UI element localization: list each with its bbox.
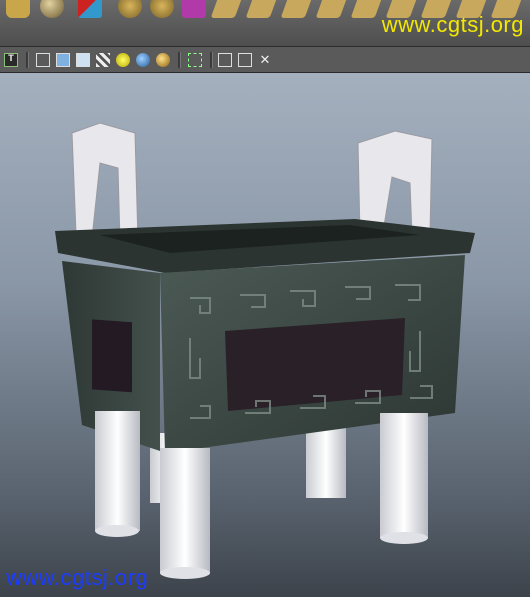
leg-cap [95,525,139,537]
leg-cap [380,532,428,544]
wireframe-cube-icon[interactable] [36,53,50,67]
toolbar-separator [178,52,181,68]
smooth-shade-icon[interactable] [218,53,232,67]
plane-tool-icon[interactable] [350,0,384,18]
toolbar-separator [210,52,213,68]
panel-toolbar: T ✕ [0,47,530,73]
text-toggle-label: T [7,54,14,65]
watermark-bottom: www.cgtsj.org [6,565,149,590]
plane-tool-icon[interactable] [280,0,314,18]
sphere-settings-icon[interactable] [40,0,64,18]
leg-front-left [160,448,210,573]
3d-viewport[interactable]: www.cgtsj.org [0,73,530,597]
bronze-ding-model [55,122,475,579]
handle-left [71,122,139,244]
shaded-cube-icon[interactable] [56,53,70,67]
wire-on-shaded-icon[interactable] [76,53,90,67]
globe-mesh-icon[interactable] [150,0,174,18]
plane-tool-icon[interactable] [315,0,349,18]
side-panel-dark [92,319,132,393]
shelf-toolbar: www.cgtsj.org [0,0,530,47]
leg-far-left [95,411,140,531]
isolate-select-icon[interactable] [188,53,202,67]
leg-front-right [380,413,428,538]
camera-settings-icon[interactable]: ✕ [258,53,272,67]
transfer-arrows-icon[interactable] [78,0,102,18]
all-lights-icon[interactable] [136,53,150,67]
textured-cube-icon[interactable] [96,53,110,67]
toolbar-separator [26,52,29,68]
polygon-cylinder-icon[interactable] [6,0,30,18]
plane-tool-icon[interactable] [210,0,244,18]
front-panel-dark [225,318,405,411]
leg-cap [160,567,210,579]
material-cube-icon[interactable] [182,0,206,18]
shadow-icon[interactable] [156,53,170,67]
select-cursor-icon[interactable] [245,0,279,18]
default-light-icon[interactable] [116,53,130,67]
text-toggle-icon[interactable]: T [4,53,18,67]
globe-uv-icon[interactable] [118,0,142,18]
watermark-top: www.cgtsj.org [381,12,524,37]
xray-icon[interactable] [238,53,252,67]
